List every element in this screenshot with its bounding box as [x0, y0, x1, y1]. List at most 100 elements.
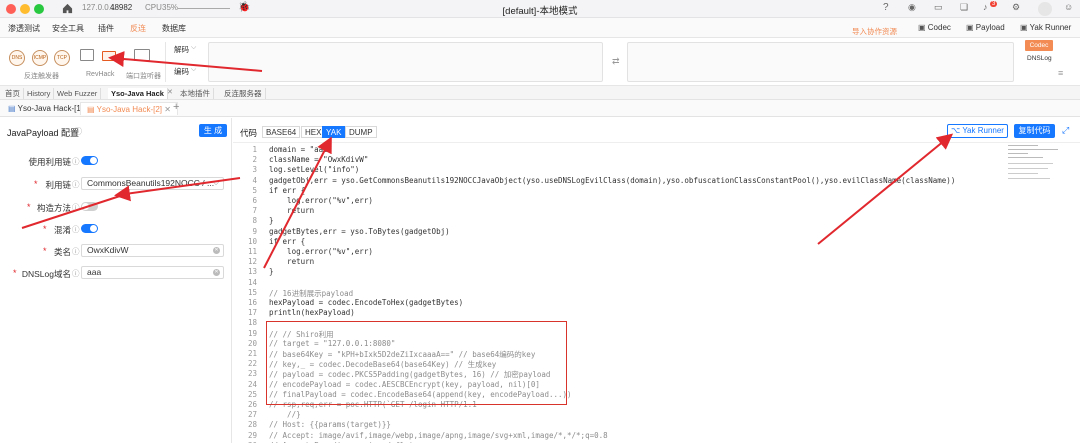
revhack-label: RevHack — [86, 71, 115, 78]
code-line: if err { — [269, 236, 306, 246]
notification-badge: 3 — [990, 1, 998, 7]
line-number: 12 — [247, 257, 257, 267]
field-label-constructor: 构造方法 — [36, 203, 71, 213]
help-icon[interactable]: ? — [883, 2, 889, 13]
constructor-toggle[interactable] — [81, 202, 98, 211]
nav-item-security-tools[interactable]: 安全工具 — [52, 23, 84, 34]
generate-button[interactable]: 生 成 — [199, 124, 227, 137]
nav-item-database[interactable]: 数据库 — [162, 23, 186, 34]
user-icon[interactable]: ☺ — [1064, 2, 1073, 12]
line-number: 16 — [247, 298, 257, 307]
classname-input[interactable]: OwxKdivW ✕ — [81, 244, 224, 257]
code-line: return — [269, 206, 315, 216]
subtab-yso-2[interactable]: ▤ Yso-Java Hack-[2] ✕ — [80, 102, 178, 115]
yak-runner-button[interactable]: ⌥ Yak Runner — [947, 124, 1008, 138]
codec-tag[interactable]: Codec — [1025, 40, 1053, 51]
camera-icon[interactable]: ◉ — [908, 2, 916, 13]
line-number: 24 — [247, 379, 257, 389]
nav-item-plugins[interactable]: 插件 — [98, 23, 114, 34]
line-number: 11 — [247, 247, 257, 256]
tab-reverse-server[interactable]: 反连服务器 — [221, 88, 266, 99]
avatar[interactable] — [1038, 2, 1052, 16]
obfuscate-toggle[interactable] — [81, 224, 98, 233]
field-label-chain: 利用链 — [45, 180, 71, 190]
line-number: 22 — [247, 359, 257, 369]
payload-button-label: Payload — [975, 23, 1005, 32]
clear-icon[interactable]: ✕ — [213, 269, 220, 276]
line-number: 27 — [247, 410, 257, 420]
codec-encode-select[interactable]: 编码 — [174, 66, 189, 77]
fullscreen-icon[interactable]: ⤢ — [1062, 125, 1069, 136]
nav-item-pentest[interactable]: 渗透测试 — [8, 23, 40, 34]
copy-code-button[interactable]: 复制代码 — [1014, 124, 1055, 138]
code-minimap[interactable] — [1008, 143, 1063, 188]
bell-icon[interactable]: ♪ — [983, 2, 988, 12]
revhack-icon[interactable] — [80, 49, 94, 61]
dnslog-input-value: aaa — [87, 267, 102, 277]
payload-button[interactable]: ▣ Payload — [966, 21, 1005, 34]
list-icon[interactable]: ≡ — [1058, 68, 1063, 78]
tab-yso-java-hack[interactable]: Yso-Java Hack — [108, 88, 168, 99]
add-tab-icon[interactable]: + — [173, 101, 179, 113]
line-number: 14 — [247, 277, 257, 287]
line-number: 21 — [247, 349, 257, 358]
port-listener-label: 端口监听器 — [126, 73, 161, 80]
chevron-down-icon: ⌵ — [213, 178, 220, 187]
yso-java-icon[interactable] — [102, 51, 116, 61]
tab-local-plugins[interactable]: 本地插件 — [177, 88, 214, 99]
minimize-window-button[interactable] — [20, 4, 30, 14]
format-yak[interactable]: YAK — [322, 126, 346, 138]
code-line: log.error("%v",err) — [269, 196, 373, 205]
codec-output-area[interactable] — [627, 42, 1014, 82]
clear-icon[interactable]: ✕ — [213, 247, 220, 254]
icmp-trigger-icon[interactable]: ICMP — [32, 50, 48, 66]
yak-runner-top-button[interactable]: ▣ Yak Runner — [1020, 21, 1071, 34]
line-number: 29 — [247, 430, 257, 440]
panel-title: JavaPayload 配置 — [7, 128, 80, 138]
cpu-label: CPU — [145, 3, 162, 12]
java-payload-config-panel: JavaPayload 配置 ⓘ 生 成 使用利用链 ⓘ * 利用链 ⓘ Com… — [0, 118, 232, 443]
maximize-window-button[interactable] — [34, 4, 44, 14]
tab-web-fuzzer[interactable]: Web Fuzzer — [54, 88, 102, 99]
swap-icon[interactable]: ⇄ — [612, 56, 620, 67]
subtab-yso-1[interactable]: ▤ Yso-Java Hack-[1] — [2, 102, 89, 115]
payload-icon: ▣ — [966, 23, 976, 32]
close-icon[interactable]: ✕ — [167, 88, 173, 96]
field-label-classname: 类名 — [53, 247, 71, 257]
close-window-button[interactable] — [6, 4, 16, 14]
line-number: 3 — [252, 165, 257, 175]
close-icon[interactable]: ✕ — [164, 105, 171, 114]
terminal-icon: ▣ — [1020, 23, 1030, 32]
import-collab-link[interactable]: 导入协作资源 — [852, 26, 897, 37]
port-listener-icon[interactable] — [134, 49, 150, 61]
codec-icon: ▣ — [918, 23, 928, 32]
format-base64[interactable]: BASE64 — [262, 126, 301, 138]
info-icon: ⓘ — [72, 247, 80, 256]
sub-tabs: ▤ Yso-Java Hack-[1] ▤ Yso-Java Hack-[2] … — [0, 100, 1080, 117]
code-line: gadgetBytes,err = yso.ToBytes(gadgetObj) — [269, 226, 450, 236]
line-number: 8 — [252, 216, 257, 226]
dnslog-input[interactable]: aaa ✕ — [81, 266, 224, 279]
codec-button[interactable]: ▣ Codec — [918, 21, 951, 34]
line-number: 15 — [247, 287, 257, 297]
gift-icon[interactable]: ❏ — [960, 2, 968, 13]
home-icon[interactable] — [62, 3, 73, 14]
code-line: if err { — [269, 185, 306, 195]
tcp-trigger-icon[interactable]: TCP — [54, 50, 70, 66]
cpu-value: 35% — [162, 3, 179, 12]
codec-input-area[interactable] — [208, 42, 603, 82]
tab-home[interactable]: 首页 — [2, 88, 24, 99]
dnslog-tag[interactable]: DNSLog — [1027, 55, 1052, 62]
use-chain-toggle[interactable] — [81, 156, 98, 165]
nav-item-reverse[interactable]: 反连 — [130, 23, 146, 34]
monitor-icon[interactable]: ▭ — [934, 2, 943, 13]
tab-history[interactable]: History — [24, 88, 55, 99]
format-dump[interactable]: DUMP — [345, 126, 377, 138]
codec-decode-select[interactable]: 解码 — [174, 44, 189, 55]
dns-trigger-icon[interactable]: DNS — [9, 50, 25, 66]
yak-runner-label: Yak Runner — [962, 126, 1004, 135]
subtab-yso-1-label: Yso-Java Hack-[1] — [17, 104, 83, 113]
chain-select[interactable]: CommonsBeanutils192NOCC / ... — [81, 177, 224, 190]
gear-icon[interactable]: ⚙ — [1012, 2, 1020, 13]
toolbar-divider — [165, 42, 166, 82]
